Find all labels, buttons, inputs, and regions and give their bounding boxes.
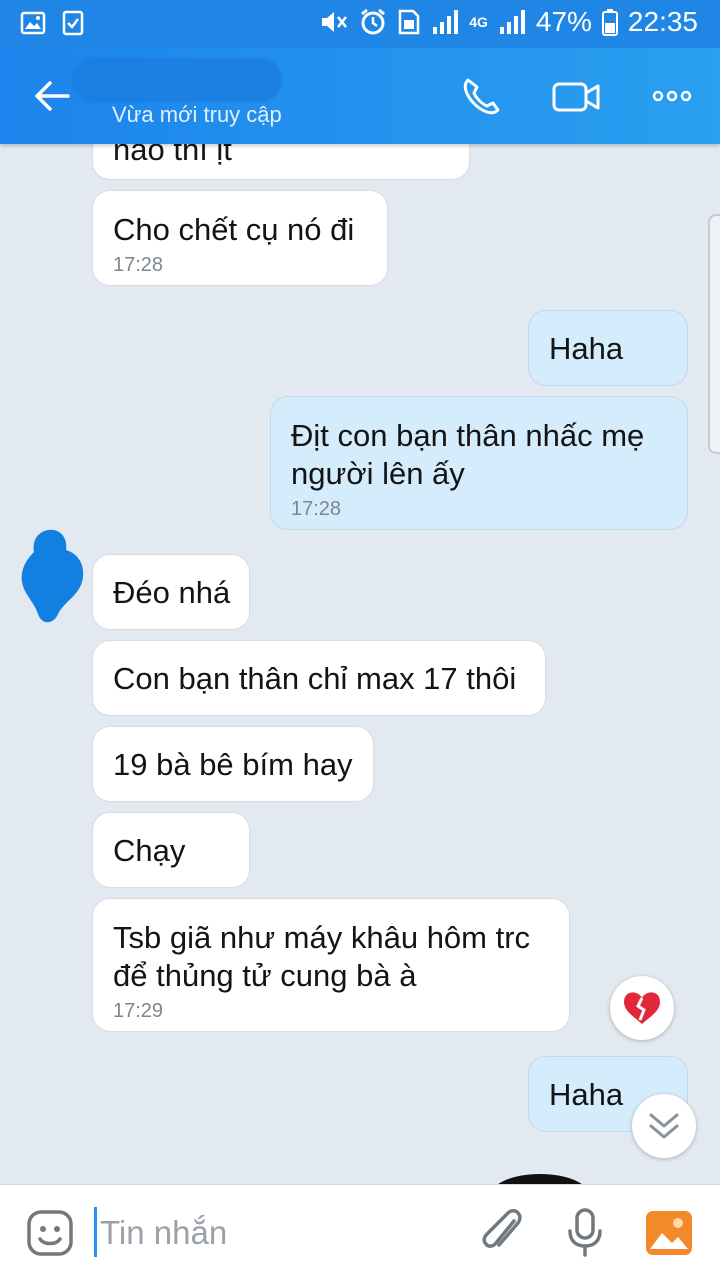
message-bubble-incoming[interactable]: nào thì ịt	[92, 144, 470, 180]
contact-name-redacted[interactable]	[72, 58, 282, 102]
mute-icon	[322, 12, 348, 32]
message-time: 17:29	[113, 1000, 164, 1022]
network-type-label: 4G	[469, 14, 488, 30]
alarm-icon	[361, 8, 386, 35]
message-time: 17:28	[113, 254, 164, 276]
message-list[interactable]: nào thì ịt Cho chết cụ nó đi 17:28 Haha …	[0, 144, 720, 1184]
message-text: Chạy	[113, 833, 186, 868]
message-text: nào thì ịt	[113, 144, 232, 167]
message-bubble-incoming[interactable]: Cho chết cụ nó đi 17:28	[92, 190, 388, 286]
phone-icon[interactable]	[458, 74, 506, 118]
text-cursor	[94, 1207, 97, 1257]
message-text-line: Tsb giã như máy khâu hôm trc để thủng tử…	[113, 920, 531, 993]
scrollbar[interactable]	[708, 214, 720, 454]
video-camera-icon[interactable]	[552, 74, 600, 118]
broken-heart-icon	[624, 992, 660, 1024]
message-text: Địt con bạn thân nhấc mẹ người lên ấy	[291, 417, 669, 493]
message-bubble-incoming[interactable]: 19 bà bê bím hay	[92, 726, 374, 802]
message-input[interactable]	[100, 1211, 440, 1255]
message-text: Cho chết cụ nó đi	[113, 212, 355, 247]
message-bubble-outgoing[interactable]: Haha	[528, 310, 688, 386]
message-input-bar	[0, 1184, 720, 1280]
message-text-line: Địt con bạn thân nhấc mẹ người lên ấy	[291, 418, 645, 491]
sim-icon	[398, 9, 420, 35]
message-text: Con bạn thân chỉ max 17 thôi	[113, 661, 517, 696]
back-arrow-icon[interactable]	[32, 76, 72, 116]
chat-header: Vừa mới truy cập	[0, 48, 720, 144]
status-bar: 4G 47% 22:35	[0, 0, 720, 48]
task-check-icon	[62, 10, 84, 36]
battery-percent: 47%	[535, 6, 592, 37]
reaction-button[interactable]	[610, 976, 674, 1040]
message-bubble-incoming[interactable]: Chạy	[92, 812, 250, 888]
battery-icon	[601, 9, 618, 36]
message-text: Đéo nhá	[113, 575, 231, 610]
signal-1-icon	[433, 10, 459, 34]
gallery-notification-icon	[20, 11, 46, 35]
message-bubble-outgoing[interactable]: Địt con bạn thân nhấc mẹ người lên ấy 17…	[270, 396, 688, 530]
message-bubble-incoming[interactable]: Con bạn thân chỉ max 17 thôi	[92, 640, 546, 716]
message-bubble-incoming[interactable]: Đéo nhá	[92, 554, 250, 630]
chevron-double-down-icon	[649, 1113, 679, 1139]
message-text: Haha	[549, 331, 624, 366]
paperclip-icon[interactable]	[478, 1207, 528, 1259]
last-seen-status: Vừa mới truy cập	[112, 102, 282, 127]
sticker-preview	[492, 1174, 588, 1184]
gallery-icon[interactable]	[644, 1207, 694, 1259]
clock: 22:35	[627, 6, 698, 37]
message-bubble-incoming[interactable]: Tsb giã như máy khâu hôm trc để thủng tử…	[92, 898, 570, 1032]
message-text: 19 bà bê bím hay	[113, 747, 353, 782]
message-time: 17:28	[291, 498, 342, 520]
microphone-icon[interactable]	[560, 1207, 610, 1259]
more-icon[interactable]	[650, 74, 698, 118]
signal-2-icon	[499, 10, 525, 34]
contact-avatar-redacted[interactable]	[20, 528, 86, 626]
emoji-icon[interactable]	[26, 1209, 74, 1257]
scroll-to-bottom-button[interactable]	[632, 1094, 696, 1158]
message-text: Tsb giã như máy khâu hôm trc để thủng tử…	[113, 919, 551, 995]
